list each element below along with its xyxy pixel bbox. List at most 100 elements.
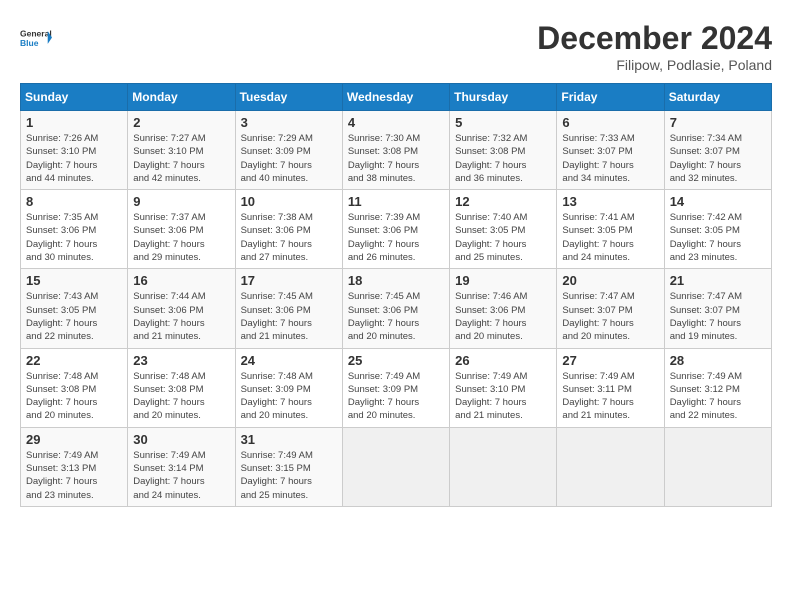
calendar-cell: 16 Sunrise: 7:44 AM Sunset: 3:06 PM Dayli… xyxy=(128,269,235,348)
day-number: 2 xyxy=(133,115,229,130)
calendar-header: SundayMondayTuesdayWednesdayThursdayFrid… xyxy=(21,84,772,111)
day-number: 16 xyxy=(133,273,229,288)
day-detail: Sunrise: 7:49 AM Sunset: 3:11 PM Dayligh… xyxy=(562,370,658,423)
day-detail: Sunrise: 7:29 AM Sunset: 3:09 PM Dayligh… xyxy=(241,132,337,185)
day-number: 27 xyxy=(562,353,658,368)
day-detail: Sunrise: 7:49 AM Sunset: 3:14 PM Dayligh… xyxy=(133,449,229,502)
day-number: 22 xyxy=(26,353,122,368)
day-detail: Sunrise: 7:44 AM Sunset: 3:06 PM Dayligh… xyxy=(133,290,229,343)
svg-text:General: General xyxy=(20,28,52,38)
calendar-cell: 2Sunrise: 7:27 AM Sunset: 3:10 PM Daylig… xyxy=(128,111,235,190)
day-detail: Sunrise: 7:37 AM Sunset: 3:06 PM Dayligh… xyxy=(133,211,229,264)
day-number: 25 xyxy=(348,353,444,368)
day-header-tuesday: Tuesday xyxy=(235,84,342,111)
day-detail: Sunrise: 7:45 AM Sunset: 3:06 PM Dayligh… xyxy=(241,290,337,343)
calendar-week-2: 15 Sunrise: 7:43 AM Sunset: 3:05 PM Dayli… xyxy=(21,269,772,348)
calendar-cell: 1 Sunrise: 7:26 AM Sunset: 3:10 PM Daylig… xyxy=(21,111,128,190)
calendar-cell xyxy=(450,427,557,506)
day-number: 4 xyxy=(348,115,444,130)
calendar-cell: 13 Sunrise: 7:41 AM Sunset: 3:05 PM Dayli… xyxy=(557,190,664,269)
calendar-cell: 3Sunrise: 7:29 AM Sunset: 3:09 PM Daylig… xyxy=(235,111,342,190)
logo-svg: General Blue xyxy=(20,20,52,56)
day-number: 9 xyxy=(133,194,229,209)
calendar-cell: 26Sunrise: 7:49 AM Sunset: 3:10 PM Dayli… xyxy=(450,348,557,427)
calendar-cell: 25Sunrise: 7:49 AM Sunset: 3:09 PM Dayli… xyxy=(342,348,449,427)
day-detail: Sunrise: 7:46 AM Sunset: 3:06 PM Dayligh… xyxy=(455,290,551,343)
day-detail: Sunrise: 7:49 AM Sunset: 3:13 PM Dayligh… xyxy=(26,449,122,502)
calendar-cell: 10 Sunrise: 7:38 AM Sunset: 3:06 PM Dayli… xyxy=(235,190,342,269)
day-number: 29 xyxy=(26,432,122,447)
calendar-cell xyxy=(557,427,664,506)
day-header-friday: Friday xyxy=(557,84,664,111)
day-number: 28 xyxy=(670,353,766,368)
day-detail: Sunrise: 7:42 AM Sunset: 3:05 PM Dayligh… xyxy=(670,211,766,264)
month-title: December 2024 xyxy=(537,20,772,57)
calendar-cell: 7 Sunrise: 7:34 AM Sunset: 3:07 PM Daylig… xyxy=(664,111,771,190)
calendar-week-1: 8 Sunrise: 7:35 AM Sunset: 3:06 PM Daylig… xyxy=(21,190,772,269)
day-number: 30 xyxy=(133,432,229,447)
day-number: 6 xyxy=(562,115,658,130)
calendar-cell: 19 Sunrise: 7:46 AM Sunset: 3:06 PM Dayli… xyxy=(450,269,557,348)
calendar-cell: 31Sunrise: 7:49 AM Sunset: 3:15 PM Dayli… xyxy=(235,427,342,506)
day-detail: Sunrise: 7:26 AM Sunset: 3:10 PM Dayligh… xyxy=(26,132,122,185)
day-number: 11 xyxy=(348,194,444,209)
calendar-cell: 21 Sunrise: 7:47 AM Sunset: 3:07 PM Dayli… xyxy=(664,269,771,348)
day-number: 17 xyxy=(241,273,337,288)
logo: General Blue xyxy=(20,20,52,56)
day-detail: Sunrise: 7:32 AM Sunset: 3:08 PM Dayligh… xyxy=(455,132,551,185)
day-header-sunday: Sunday xyxy=(21,84,128,111)
calendar-cell: 29 Sunrise: 7:49 AM Sunset: 3:13 PM Dayli… xyxy=(21,427,128,506)
day-number: 1 xyxy=(26,115,122,130)
calendar-cell: 28 Sunrise: 7:49 AM Sunset: 3:12 PM Dayli… xyxy=(664,348,771,427)
day-header-saturday: Saturday xyxy=(664,84,771,111)
day-number: 31 xyxy=(241,432,337,447)
day-detail: Sunrise: 7:41 AM Sunset: 3:05 PM Dayligh… xyxy=(562,211,658,264)
day-detail: Sunrise: 7:49 AM Sunset: 3:12 PM Dayligh… xyxy=(670,370,766,423)
calendar-cell: 4Sunrise: 7:30 AM Sunset: 3:08 PM Daylig… xyxy=(342,111,449,190)
day-detail: Sunrise: 7:33 AM Sunset: 3:07 PM Dayligh… xyxy=(562,132,658,185)
day-number: 19 xyxy=(455,273,551,288)
day-number: 13 xyxy=(562,194,658,209)
day-number: 26 xyxy=(455,353,551,368)
calendar-cell: 8 Sunrise: 7:35 AM Sunset: 3:06 PM Daylig… xyxy=(21,190,128,269)
day-detail: Sunrise: 7:43 AM Sunset: 3:05 PM Dayligh… xyxy=(26,290,122,343)
calendar-cell: 15 Sunrise: 7:43 AM Sunset: 3:05 PM Dayli… xyxy=(21,269,128,348)
day-detail: Sunrise: 7:38 AM Sunset: 3:06 PM Dayligh… xyxy=(241,211,337,264)
day-detail: Sunrise: 7:48 AM Sunset: 3:08 PM Dayligh… xyxy=(133,370,229,423)
calendar-table: SundayMondayTuesdayWednesdayThursdayFrid… xyxy=(20,83,772,507)
calendar-week-3: 22 Sunrise: 7:48 AM Sunset: 3:08 PM Dayli… xyxy=(21,348,772,427)
calendar-cell: 6 Sunrise: 7:33 AM Sunset: 3:07 PM Daylig… xyxy=(557,111,664,190)
day-number: 12 xyxy=(455,194,551,209)
day-detail: Sunrise: 7:48 AM Sunset: 3:09 PM Dayligh… xyxy=(241,370,337,423)
day-number: 15 xyxy=(26,273,122,288)
calendar-cell xyxy=(664,427,771,506)
day-detail: Sunrise: 7:45 AM Sunset: 3:06 PM Dayligh… xyxy=(348,290,444,343)
day-number: 21 xyxy=(670,273,766,288)
calendar-week-0: 1 Sunrise: 7:26 AM Sunset: 3:10 PM Daylig… xyxy=(21,111,772,190)
day-detail: Sunrise: 7:34 AM Sunset: 3:07 PM Dayligh… xyxy=(670,132,766,185)
svg-text:Blue: Blue xyxy=(20,38,39,48)
location-subtitle: Filipow, Podlasie, Poland xyxy=(537,57,772,73)
calendar-cell: 27 Sunrise: 7:49 AM Sunset: 3:11 PM Dayli… xyxy=(557,348,664,427)
calendar-cell: 9 Sunrise: 7:37 AM Sunset: 3:06 PM Daylig… xyxy=(128,190,235,269)
calendar-cell: 5Sunrise: 7:32 AM Sunset: 3:08 PM Daylig… xyxy=(450,111,557,190)
day-number: 23 xyxy=(133,353,229,368)
calendar-cell: 18Sunrise: 7:45 AM Sunset: 3:06 PM Dayli… xyxy=(342,269,449,348)
day-detail: Sunrise: 7:47 AM Sunset: 3:07 PM Dayligh… xyxy=(562,290,658,343)
day-detail: Sunrise: 7:47 AM Sunset: 3:07 PM Dayligh… xyxy=(670,290,766,343)
calendar-cell: 17 Sunrise: 7:45 AM Sunset: 3:06 PM Dayli… xyxy=(235,269,342,348)
day-detail: Sunrise: 7:35 AM Sunset: 3:06 PM Dayligh… xyxy=(26,211,122,264)
calendar-cell xyxy=(342,427,449,506)
calendar-cell: 12 Sunrise: 7:40 AM Sunset: 3:05 PM Dayli… xyxy=(450,190,557,269)
calendar-cell: 24Sunrise: 7:48 AM Sunset: 3:09 PM Dayli… xyxy=(235,348,342,427)
day-number: 8 xyxy=(26,194,122,209)
day-detail: Sunrise: 7:40 AM Sunset: 3:05 PM Dayligh… xyxy=(455,211,551,264)
calendar-cell: 11Sunrise: 7:39 AM Sunset: 3:06 PM Dayli… xyxy=(342,190,449,269)
day-header-thursday: Thursday xyxy=(450,84,557,111)
day-number: 10 xyxy=(241,194,337,209)
calendar-cell: 14Sunrise: 7:42 AM Sunset: 3:05 PM Dayli… xyxy=(664,190,771,269)
day-detail: Sunrise: 7:48 AM Sunset: 3:08 PM Dayligh… xyxy=(26,370,122,423)
calendar-cell: 20Sunrise: 7:47 AM Sunset: 3:07 PM Dayli… xyxy=(557,269,664,348)
day-number: 7 xyxy=(670,115,766,130)
calendar-week-4: 29 Sunrise: 7:49 AM Sunset: 3:13 PM Dayli… xyxy=(21,427,772,506)
